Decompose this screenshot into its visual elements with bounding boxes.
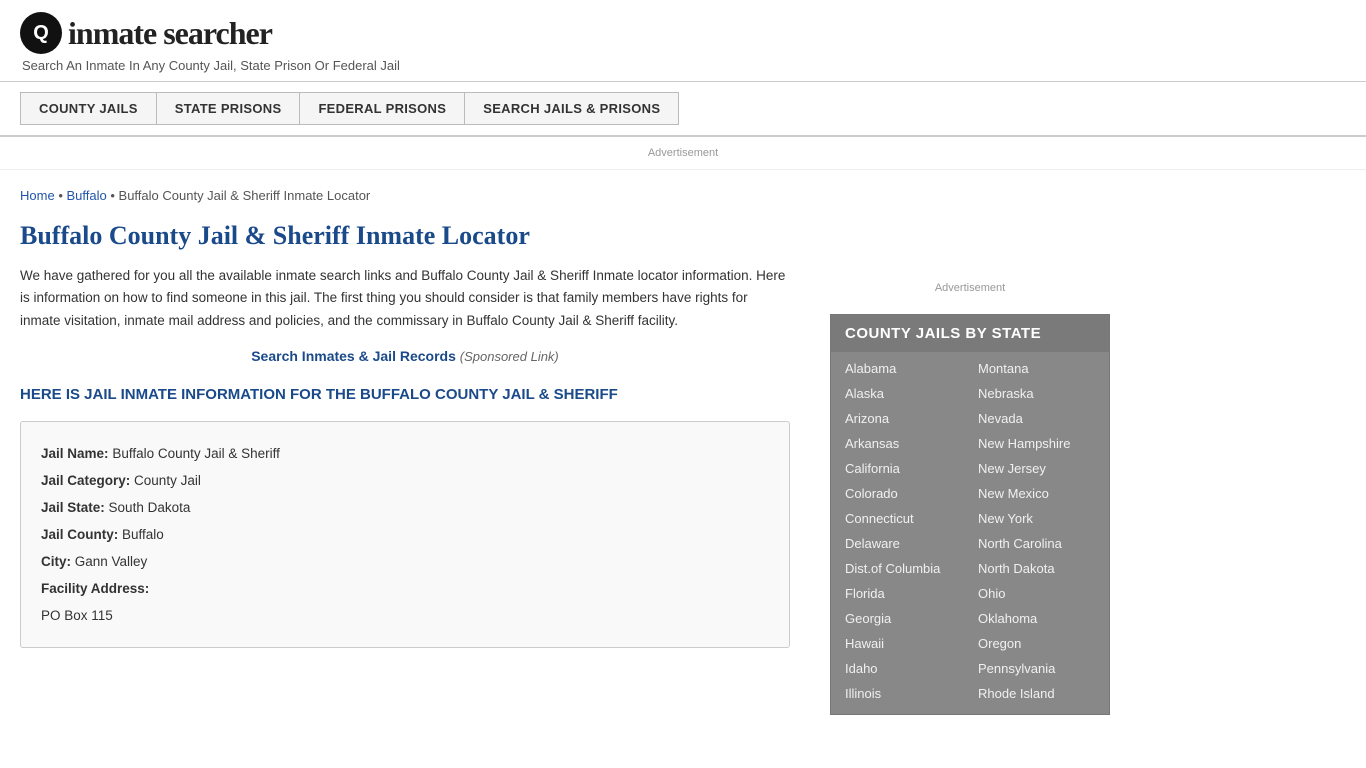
tagline: Search An Inmate In Any County Jail, Sta… — [22, 58, 1346, 73]
jail-category-value: County Jail — [134, 473, 201, 488]
state-item[interactable]: North Carolina — [970, 531, 1103, 556]
sidebar: Advertisement COUNTY JAILS BY STATE Alab… — [820, 170, 1130, 735]
state-item[interactable]: New Jersey — [970, 456, 1103, 481]
header: Q inmate searcher Search An Inmate In An… — [0, 0, 1366, 82]
state-item[interactable]: North Dakota — [970, 556, 1103, 581]
state-item[interactable]: Pennsylvania — [970, 656, 1103, 681]
state-col2: MontanaNebraskaNevadaNew HampshireNew Je… — [970, 356, 1103, 706]
main-content: Home • Buffalo • Buffalo County Jail & S… — [0, 170, 820, 735]
state-item[interactable]: California — [837, 456, 970, 481]
jail-county-field: Jail County: Buffalo — [41, 521, 769, 548]
ad-label: Advertisement — [648, 147, 718, 159]
state-item[interactable]: Oregon — [970, 631, 1103, 656]
logo-text: inmate searcher — [68, 15, 272, 52]
logo-icon: Q — [20, 12, 62, 54]
breadcrumb-sep2: • — [110, 188, 118, 203]
breadcrumb: Home • Buffalo • Buffalo County Jail & S… — [20, 188, 790, 203]
state-item[interactable]: Arizona — [837, 406, 970, 431]
state-item[interactable]: Ohio — [970, 581, 1103, 606]
state-item[interactable]: New York — [970, 506, 1103, 531]
sponsored-link[interactable]: Search Inmates & Jail Records — [251, 348, 456, 364]
jail-state-field: Jail State: South Dakota — [41, 494, 769, 521]
county-jails-title: COUNTY JAILS BY STATE — [831, 315, 1109, 352]
nav-bar: COUNTY JAILS STATE PRISONS FEDERAL PRISO… — [0, 82, 1366, 137]
jail-state-label: Jail State: — [41, 500, 105, 515]
state-item[interactable]: Nebraska — [970, 381, 1103, 406]
jail-address-label: Facility Address: — [41, 581, 149, 596]
jail-city-field: City: Gann Valley — [41, 548, 769, 575]
nav-federal-prisons[interactable]: FEDERAL PRISONS — [299, 92, 464, 125]
state-item[interactable]: Georgia — [837, 606, 970, 631]
state-item[interactable]: Florida — [837, 581, 970, 606]
jail-name-value: Buffalo County Jail & Sheriff — [112, 446, 280, 461]
jail-address-value: PO Box 115 — [41, 608, 113, 623]
state-item[interactable]: Dist.of Columbia — [837, 556, 970, 581]
jail-state-value: South Dakota — [109, 500, 191, 515]
logo-text-span: inmate searcher — [68, 15, 272, 51]
page-title: Buffalo County Jail & Sheriff Inmate Loc… — [20, 221, 790, 251]
state-grid: AlabamaAlaskaArizonaArkansasCaliforniaCo… — [831, 352, 1109, 714]
jail-city-label: City: — [41, 554, 71, 569]
sponsored-link-area: Search Inmates & Jail Records (Sponsored… — [20, 348, 790, 364]
state-item[interactable]: Nevada — [970, 406, 1103, 431]
jail-city-value: Gann Valley — [75, 554, 148, 569]
nav-county-jails[interactable]: COUNTY JAILS — [20, 92, 156, 125]
breadcrumb-current: Buffalo County Jail & Sheriff Inmate Loc… — [119, 188, 371, 203]
nav-search-jails[interactable]: SEARCH JAILS & PRISONS — [464, 92, 679, 125]
county-jails-box: COUNTY JAILS BY STATE AlabamaAlaskaArizo… — [830, 314, 1110, 715]
sidebar-ad: Advertisement — [830, 180, 1110, 300]
jail-address-field: Facility Address: — [41, 575, 769, 602]
state-item[interactable]: Oklahoma — [970, 606, 1103, 631]
state-col1: AlabamaAlaskaArizonaArkansasCaliforniaCo… — [837, 356, 970, 706]
state-item[interactable]: Arkansas — [837, 431, 970, 456]
jail-name-label: Jail Name: — [41, 446, 109, 461]
state-item[interactable]: Illinois — [837, 681, 970, 706]
state-item[interactable]: Montana — [970, 356, 1103, 381]
section-heading: HERE IS JAIL INMATE INFORMATION FOR THE … — [20, 384, 790, 405]
info-box: Jail Name: Buffalo County Jail & Sheriff… — [20, 421, 790, 648]
state-item[interactable]: Alabama — [837, 356, 970, 381]
state-item[interactable]: Alaska — [837, 381, 970, 406]
state-item[interactable]: Colorado — [837, 481, 970, 506]
description: We have gathered for you all the availab… — [20, 265, 790, 332]
jail-county-value: Buffalo — [122, 527, 164, 542]
state-item[interactable]: Delaware — [837, 531, 970, 556]
jail-address-value-field: PO Box 115 — [41, 602, 769, 629]
state-item[interactable]: Rhode Island — [970, 681, 1103, 706]
breadcrumb-home[interactable]: Home — [20, 188, 55, 203]
state-item[interactable]: Connecticut — [837, 506, 970, 531]
state-item[interactable]: New Hampshire — [970, 431, 1103, 456]
state-item[interactable]: Idaho — [837, 656, 970, 681]
jail-name-field: Jail Name: Buffalo County Jail & Sheriff — [41, 440, 769, 467]
jail-category-field: Jail Category: County Jail — [41, 467, 769, 494]
sidebar-ad-label: Advertisement — [935, 282, 1005, 294]
state-item[interactable]: Hawaii — [837, 631, 970, 656]
jail-category-label: Jail Category: — [41, 473, 130, 488]
ad-banner: Advertisement — [0, 137, 1366, 170]
nav-state-prisons[interactable]: STATE PRISONS — [156, 92, 300, 125]
breadcrumb-parent[interactable]: Buffalo — [66, 188, 106, 203]
state-item[interactable]: New Mexico — [970, 481, 1103, 506]
jail-county-label: Jail County: — [41, 527, 118, 542]
logo-area: Q inmate searcher — [20, 12, 1346, 54]
sponsored-note: (Sponsored Link) — [460, 349, 559, 364]
content-area: Home • Buffalo • Buffalo County Jail & S… — [0, 170, 1366, 735]
